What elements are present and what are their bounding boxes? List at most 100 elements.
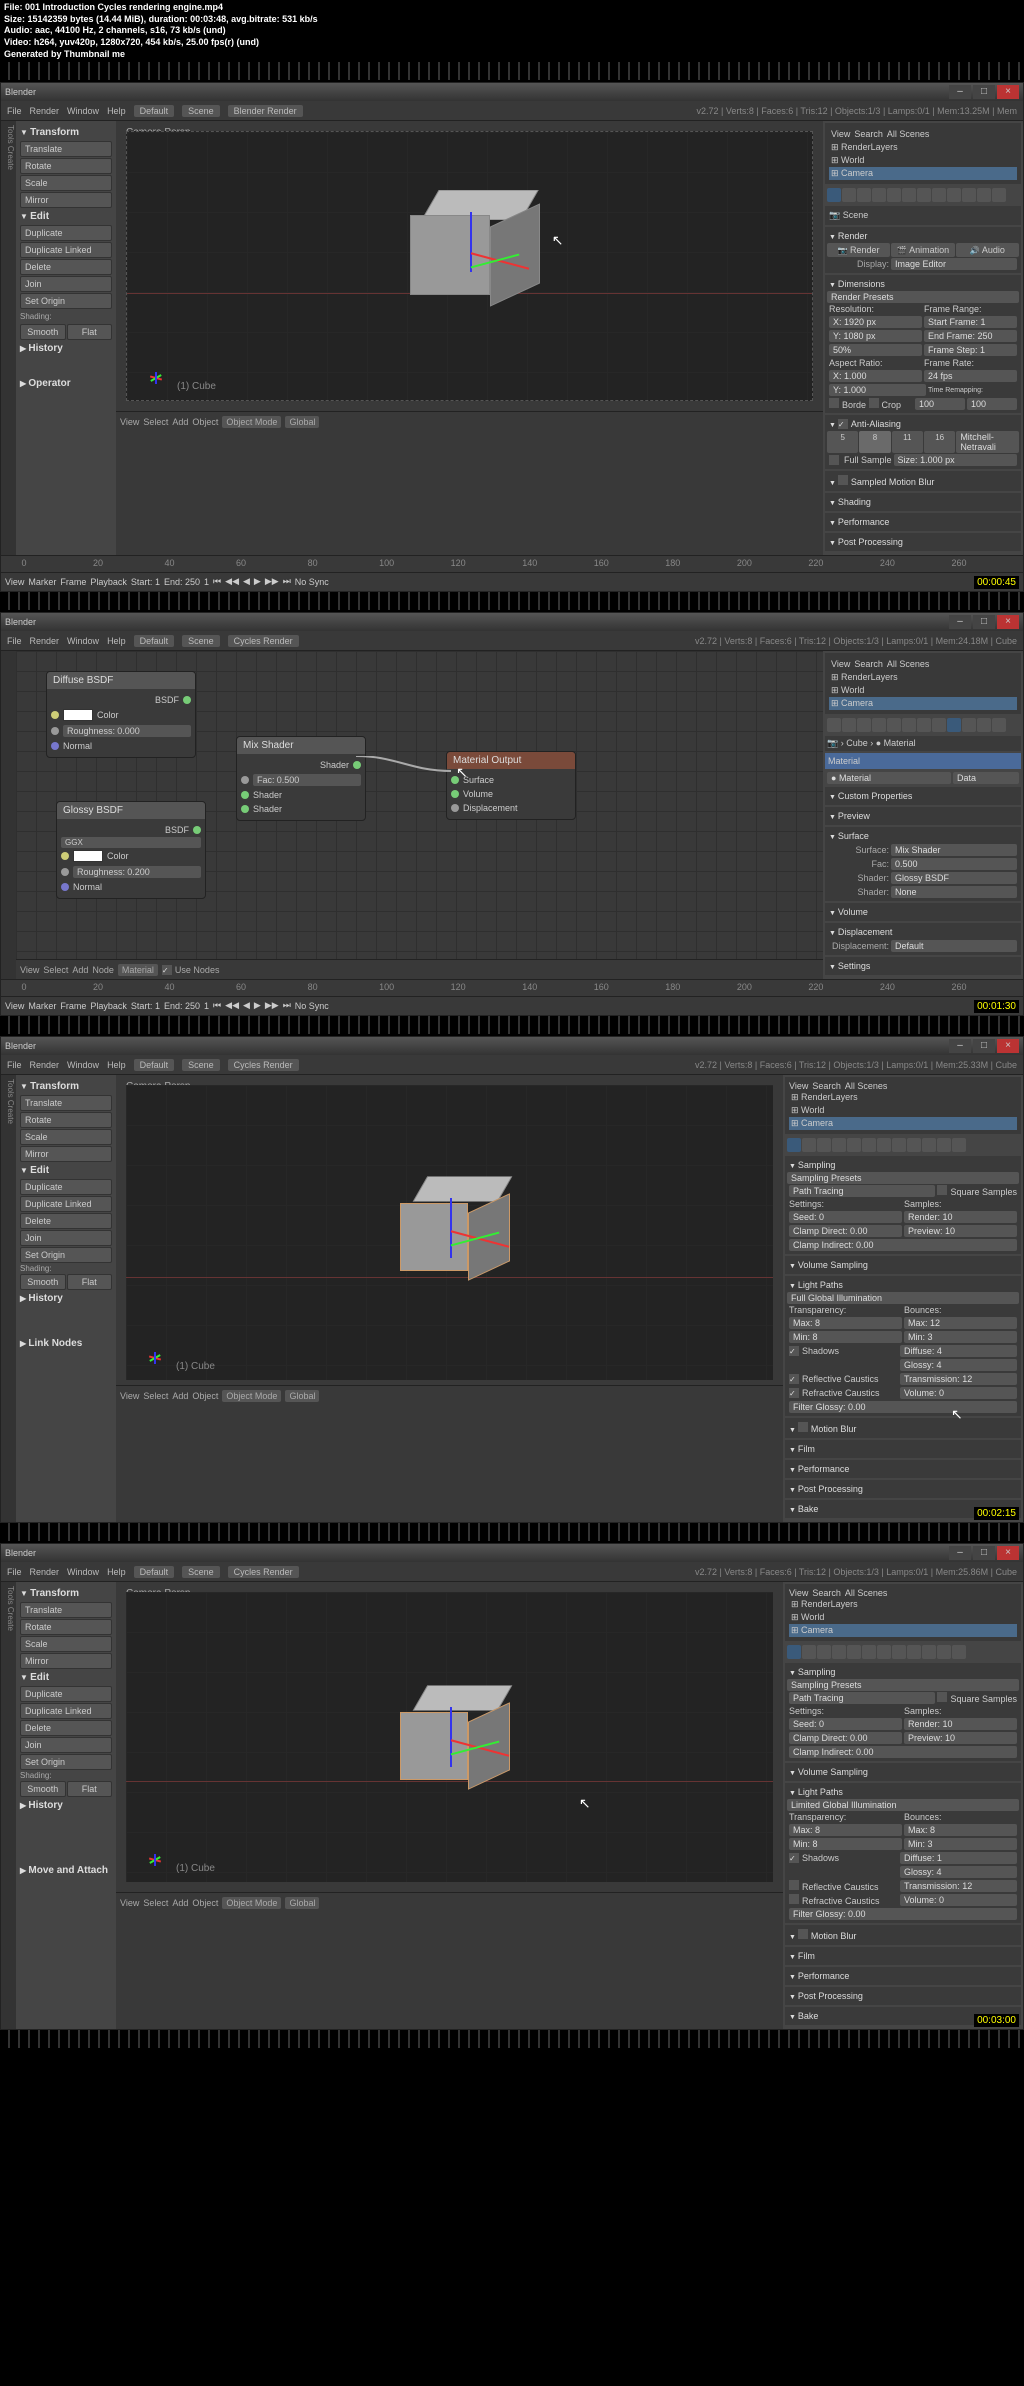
displacement-field[interactable]: Default (891, 940, 1017, 952)
menu-window[interactable]: Window (67, 106, 99, 116)
scene-tab-icon[interactable] (857, 188, 871, 202)
roughness-field[interactable]: Roughness: 0.200 (73, 866, 201, 878)
displacement-input-socket[interactable] (451, 804, 459, 812)
mirror-btn[interactable]: Mirror (20, 192, 112, 208)
display-select[interactable]: Image Editor (891, 258, 1017, 270)
res-pct[interactable]: 50% (829, 344, 922, 356)
preview-samples[interactable]: Preview: 10 (904, 1225, 1017, 1237)
motion-blur-section[interactable]: Sampled Motion Blur (827, 473, 1019, 489)
performance-section[interactable]: Performance (827, 515, 1019, 529)
light-paths-preset[interactable]: Full Global Illumination (787, 1292, 1019, 1304)
mode-select[interactable]: Object Mode (222, 416, 281, 428)
history-header[interactable]: History (20, 341, 112, 356)
renderer-select[interactable]: Cycles Render (228, 635, 299, 647)
dimensions-section[interactable]: Dimensions (827, 277, 1019, 291)
shader-input-2[interactable] (241, 805, 249, 813)
scale-btn[interactable]: Scale (20, 175, 112, 191)
square-samples-check[interactable] (937, 1185, 947, 1195)
transform-header[interactable]: Transform (20, 125, 112, 140)
render-section[interactable]: Render (827, 229, 1019, 243)
aa-section[interactable]: Anti-Aliasing (827, 417, 1019, 431)
close-btn[interactable]: × (997, 85, 1019, 99)
vp-add[interactable]: Add (172, 417, 188, 427)
sync-select[interactable]: No Sync (295, 577, 329, 587)
fac-field[interactable]: Fac: 0.500 (253, 774, 361, 786)
data-tab-icon[interactable] (932, 188, 946, 202)
volume-input-socket[interactable] (451, 790, 459, 798)
menu-file[interactable]: File (7, 106, 22, 116)
aspect-x[interactable]: X: 1.000 (829, 370, 922, 382)
border-check[interactable] (829, 398, 839, 408)
cube-object[interactable] (410, 200, 530, 320)
timeline-start[interactable]: Start: 1 (131, 577, 160, 587)
set-origin-btn[interactable]: Set Origin (20, 293, 112, 309)
scene-select[interactable]: Scene (182, 105, 220, 117)
mix-shader-node[interactable]: Mix Shader Shader Fac: 0.500 Shader Shad… (236, 736, 366, 821)
aa-11[interactable]: 11 (892, 431, 923, 453)
node-editor[interactable]: Diffuse BSDF BSDF Color Roughness: 0.000… (16, 651, 823, 979)
maximize-btn[interactable]: □ (973, 85, 995, 99)
full-sample-check[interactable] (829, 455, 839, 465)
link-nodes-header[interactable]: Link Nodes (20, 1336, 112, 1351)
timeline-ruler[interactable]: 020406080100120140160180200220240260 (1, 556, 1023, 572)
layers-tab-icon[interactable] (842, 188, 856, 202)
physics-tab-icon[interactable] (992, 188, 1006, 202)
material-tab-icon[interactable] (947, 718, 961, 732)
frame-step[interactable]: Frame Step: 1 (924, 344, 1017, 356)
use-nodes-check[interactable] (162, 965, 172, 975)
duplicate-btn[interactable]: Duplicate (20, 225, 112, 241)
shading-section[interactable]: Shading (827, 495, 1019, 509)
clamp-indirect[interactable]: Clamp Indirect: 0.00 (789, 1239, 1017, 1251)
roughness-field[interactable]: Roughness: 0.000 (63, 725, 191, 737)
material-output-node[interactable]: Material Output Surface Volume Displacem… (446, 751, 576, 820)
shader-input-1[interactable] (241, 791, 249, 799)
aa-8[interactable]: 8 (859, 431, 890, 453)
sampling-presets[interactable]: Sampling Presets (787, 1172, 1019, 1184)
axis-z[interactable] (470, 212, 472, 272)
outliner-camera[interactable]: ⊞ Camera (829, 167, 1017, 180)
viewport-area[interactable]: (1) Cube (126, 131, 813, 401)
clamp-direct[interactable]: Clamp Direct: 0.00 (789, 1225, 902, 1237)
light-paths-section[interactable]: Light Paths (787, 1278, 1019, 1292)
fac-field[interactable]: 0.500 (891, 858, 1017, 870)
maximize-btn[interactable]: □ (973, 615, 995, 629)
move-attach-header[interactable]: Move and Attach (20, 1863, 112, 1878)
play-first-icon[interactable]: ⏮ (213, 576, 221, 587)
surface-shader[interactable]: Mix Shader (891, 844, 1017, 856)
play-prev-icon[interactable]: ◀◀ (225, 576, 239, 587)
translate-btn[interactable]: Translate (20, 141, 112, 157)
integrator[interactable]: Path Tracing (789, 1185, 935, 1197)
sampling-section[interactable]: Sampling (787, 1158, 1019, 1172)
seed-field[interactable]: Seed: 0 (789, 1211, 902, 1223)
modifiers-tab-icon[interactable] (917, 188, 931, 202)
play-rev-icon[interactable]: ◀ (243, 576, 250, 587)
operator-header[interactable]: Operator (20, 376, 112, 391)
light-paths-preset[interactable]: Limited Global Illumination (787, 1799, 1019, 1811)
minimize-btn[interactable]: – (949, 615, 971, 629)
flat-btn[interactable]: Flat (67, 324, 113, 340)
timeline-end[interactable]: End: 250 (164, 577, 200, 587)
aa-filter[interactable]: Mitchell-Netravali (956, 431, 1019, 453)
material-name[interactable]: ● Material (827, 772, 951, 784)
res-x[interactable]: X: 1920 px (829, 316, 922, 328)
timeline-current[interactable]: 1 (204, 577, 209, 587)
color-input-socket[interactable] (51, 711, 59, 719)
postproc-section[interactable]: Post Processing (827, 535, 1019, 549)
shader-output-socket[interactable] (353, 761, 361, 769)
menu-help[interactable]: Help (107, 106, 126, 116)
orientation-select[interactable]: Global (285, 416, 319, 428)
aa-16[interactable]: 16 (924, 431, 955, 453)
bsdf-output-socket[interactable] (193, 826, 201, 834)
material-tab-icon[interactable] (947, 188, 961, 202)
world-tab-icon[interactable] (872, 188, 886, 202)
play-last-icon[interactable]: ⏭ (283, 576, 291, 587)
aspect-y[interactable]: Y: 1.000 (829, 384, 926, 396)
color-swatch[interactable] (63, 709, 93, 721)
smooth-btn[interactable]: Smooth (20, 324, 66, 340)
res-y[interactable]: Y: 1080 px (829, 330, 922, 342)
glossy-distribution[interactable]: GGX (61, 837, 201, 848)
audio-btn[interactable]: 🔊 Audio (956, 243, 1019, 257)
tab-strip-left[interactable] (1, 651, 16, 979)
render-tab-icon[interactable] (827, 188, 841, 202)
layout-select[interactable]: Default (134, 105, 175, 117)
